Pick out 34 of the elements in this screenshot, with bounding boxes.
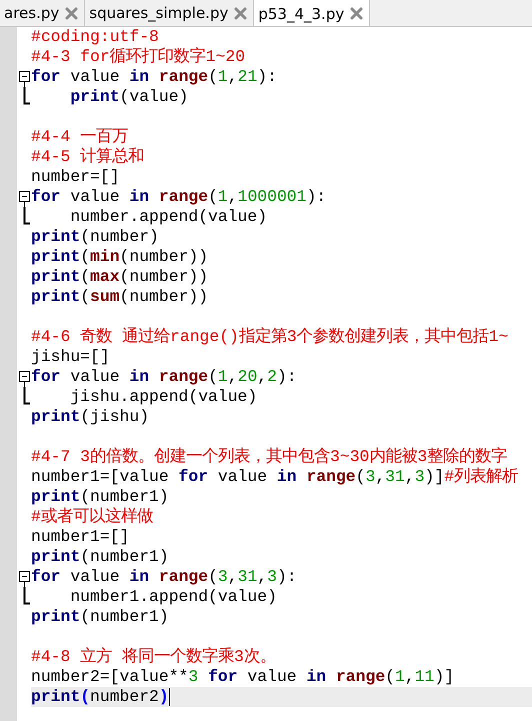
code-line: number2=[value**3 for value in range(1,11)] bbox=[31, 667, 456, 687]
code-line: print(number1) bbox=[31, 547, 170, 567]
code-line: number1.append(value) bbox=[69, 587, 278, 607]
file-tab[interactable]: p53_4_3.py bbox=[254, 0, 370, 26]
code-line: #4-7 3的倍数。创建一个列表，其中包含3~30内能被3整除的数字 bbox=[31, 447, 508, 467]
code-line: for value in range(1,21): bbox=[31, 67, 278, 87]
code-line: for value in range(3,31,3): bbox=[31, 567, 298, 587]
code-line: #4-4 一百万 bbox=[31, 127, 130, 147]
code-line: print(jishu) bbox=[31, 407, 150, 427]
text-cursor bbox=[168, 688, 170, 706]
code-line: jishu.append(value) bbox=[69, 387, 258, 407]
code-line: #4-8 立方 将同一个数字乘3次。 bbox=[31, 647, 277, 667]
code-line: print(number) bbox=[31, 227, 160, 247]
close-icon[interactable] bbox=[234, 6, 248, 20]
code-line: #coding:utf-8 bbox=[31, 27, 160, 47]
code-line: print(number1) bbox=[31, 487, 170, 507]
code-line: number.append(value) bbox=[69, 207, 268, 227]
code-line: number1=[value for value in range(3,31,3)]#列表解析 bbox=[31, 467, 520, 487]
code-line: print(min(number)) bbox=[31, 247, 210, 267]
code-line: #或者可以这样做 bbox=[31, 507, 154, 527]
close-icon[interactable] bbox=[350, 7, 364, 20]
code-line: #4-5 计算总和 bbox=[31, 147, 146, 167]
code-line: print(value) bbox=[69, 87, 190, 107]
code-line: for value in range(1,1000001): bbox=[31, 187, 328, 207]
code-line: number=[] bbox=[31, 167, 121, 187]
code-line: print(sum(number)) bbox=[31, 287, 210, 307]
code-line: for value in range(1,20,2): bbox=[31, 367, 298, 387]
code-line: #4-6 奇数 通过给range()指定第3个参数创建列表，其中包括1~ bbox=[31, 327, 510, 347]
close-icon[interactable] bbox=[65, 6, 78, 20]
code-line: print(max(number)) bbox=[31, 267, 210, 287]
code-line: jishu=[] bbox=[31, 347, 111, 367]
code-line: number1=[] bbox=[31, 527, 130, 547]
code-line: #4-3 for循环打印数字1~20 bbox=[31, 47, 246, 67]
code-line: print(number1) bbox=[31, 607, 170, 627]
